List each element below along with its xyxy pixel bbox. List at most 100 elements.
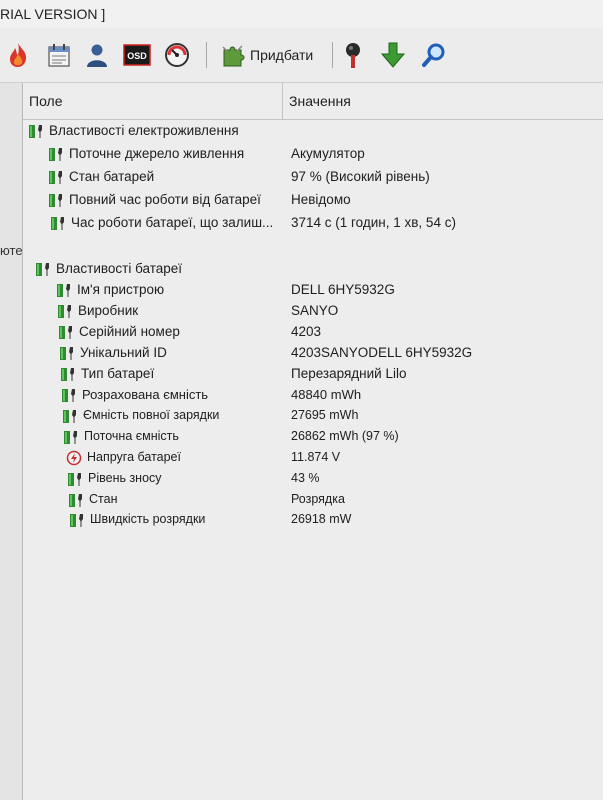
field-value: 48840 mWh — [291, 387, 362, 402]
field-label: Ємність повної зарядки — [83, 408, 220, 422]
field-label: Виробник — [78, 303, 139, 318]
table-row[interactable]: Швидкість розрядки 26918 mW — [23, 510, 603, 530]
table-row[interactable]: Стан Розрядка — [23, 490, 603, 510]
table-row[interactable]: Поточне джерело живлення Акумулятор — [23, 144, 603, 164]
table-row[interactable]: Повний час роботи від батареї Невідомо — [23, 190, 603, 210]
field-value: 43 % — [291, 471, 320, 485]
battery-icon — [61, 368, 74, 381]
field-label: Напруга батареї — [87, 450, 181, 464]
battery-icon — [49, 148, 62, 161]
toolbar-separator — [332, 42, 333, 68]
tree-item-fragment[interactable]: ютe — [0, 243, 23, 258]
table-row[interactable]: Ім'я пристрою DELL 6HY5932G — [23, 280, 603, 300]
field-label: Поточна ємність — [84, 429, 179, 443]
field-value: 27695 mWh — [291, 408, 359, 422]
table-row[interactable]: Тип батареї Перезарядний Lilo — [23, 364, 603, 384]
search-icon — [422, 43, 445, 67]
field-label: Час роботи батареї, що залиш... — [71, 215, 274, 230]
field-label: Швидкість розрядки — [90, 512, 206, 526]
table-row[interactable]: Напруга батареї 11.874 V — [23, 448, 603, 468]
properties-grid[interactable]: Поле Значення Властивості електроживленн… — [23, 83, 603, 800]
user-icon — [87, 44, 107, 67]
column-header-value[interactable]: Значення — [289, 93, 351, 109]
battery-icon — [64, 431, 77, 444]
column-header-field[interactable]: Поле — [29, 93, 63, 109]
battery-icon — [63, 410, 76, 423]
group-title: Властивості батареї — [56, 261, 183, 276]
table-row[interactable]: Поточна ємність 26862 mWh (97 %) — [23, 427, 603, 447]
field-value: Перезарядний Lilo — [291, 366, 407, 381]
search-button[interactable] — [420, 40, 448, 70]
svg-text:OSD: OSD — [127, 51, 147, 61]
window-title: RIAL VERSION ] — [0, 6, 106, 22]
calendar-icon — [48, 44, 70, 67]
gauge-button[interactable] — [163, 40, 191, 70]
plug-icon — [346, 43, 360, 68]
field-value: 26862 mWh (97 %) — [291, 429, 399, 443]
table-row[interactable]: Унікальний ID 4203SANYODELL 6HY5932G — [23, 343, 603, 363]
field-value: 26918 mW — [291, 512, 352, 526]
plug-button[interactable] — [340, 40, 366, 70]
flame-button[interactable] — [4, 40, 32, 70]
field-value: Акумулятор — [291, 146, 365, 161]
voltage-icon — [66, 450, 82, 466]
toolbar-separator — [206, 42, 207, 68]
battery-icon — [29, 125, 42, 138]
battery-icon — [68, 473, 81, 486]
field-label: Поточне джерело живлення — [69, 146, 245, 161]
toolbar: OSD Придбати — [0, 28, 603, 83]
group-title: Властивості електроживлення — [49, 123, 239, 138]
user-button[interactable] — [84, 40, 110, 70]
field-value: 4203SANYODELL 6HY5932G — [291, 345, 473, 360]
down-arrow-icon — [380, 42, 406, 68]
field-value: SANYO — [291, 303, 339, 318]
table-row[interactable]: Стан батарей 97 % (Високий рівень) — [23, 167, 603, 187]
field-label: Ім'я пристрою — [77, 282, 165, 297]
window-title-bar: RIAL VERSION ] — [0, 0, 603, 28]
field-label: Серійний номер — [79, 324, 180, 339]
battery-icon — [58, 305, 71, 318]
field-label: Розрахована ємність — [82, 387, 209, 402]
battery-icon — [60, 347, 73, 360]
battery-icon — [62, 389, 75, 402]
table-row[interactable]: Серійний номер 4203 — [23, 322, 603, 342]
field-value: DELL 6HY5932G — [291, 282, 395, 297]
buy-button[interactable]: Придбати — [220, 40, 330, 70]
field-value: Розрядка — [291, 492, 345, 506]
left-tree-pane[interactable]: ютe — [0, 83, 23, 800]
field-value: 3714 с (1 годин, 1 хв, 54 с) — [291, 215, 456, 230]
field-label: Тип батареї — [81, 366, 155, 381]
calendar-button[interactable] — [46, 40, 72, 70]
table-row[interactable]: Час роботи батареї, що залиш... 3714 с (… — [23, 213, 603, 233]
table-row[interactable]: Ємність повної зарядки 27695 mWh — [23, 406, 603, 426]
group-row-power-properties[interactable]: Властивості електроживлення — [23, 121, 603, 141]
table-row[interactable]: Виробник SANYO — [23, 301, 603, 321]
battery-icon — [57, 284, 70, 297]
battery-icon — [70, 514, 83, 527]
field-value: 4203 — [291, 324, 322, 339]
buy-button-label: Придбати — [250, 47, 314, 63]
field-label: Рівень зносу — [88, 471, 162, 485]
puzzle-icon — [222, 45, 245, 67]
battery-icon — [59, 326, 72, 339]
field-label: Унікальний ID — [80, 345, 167, 360]
battery-icon — [51, 217, 64, 230]
field-label: Стан батарей — [69, 169, 155, 184]
field-label: Повний час роботи від батареї — [69, 192, 261, 207]
download-button[interactable] — [379, 40, 407, 70]
field-value: Невідомо — [291, 192, 351, 207]
table-row[interactable]: Рівень зносу 43 % — [23, 469, 603, 489]
battery-icon — [49, 194, 62, 207]
battery-icon — [36, 263, 49, 276]
osd-icon: OSD — [123, 44, 151, 66]
column-divider[interactable] — [282, 83, 283, 119]
battery-icon — [69, 494, 82, 507]
flame-icon — [10, 43, 27, 67]
field-label: Стан — [89, 492, 118, 506]
osd-button[interactable]: OSD — [122, 40, 152, 70]
grid-header: Поле Значення — [23, 83, 603, 120]
group-row-battery-properties[interactable]: Властивості батареї — [23, 259, 603, 279]
battery-icon — [49, 171, 62, 184]
field-value: 97 % (Високий рівень) — [291, 169, 430, 184]
table-row[interactable]: Розрахована ємність 48840 mWh — [23, 385, 603, 405]
